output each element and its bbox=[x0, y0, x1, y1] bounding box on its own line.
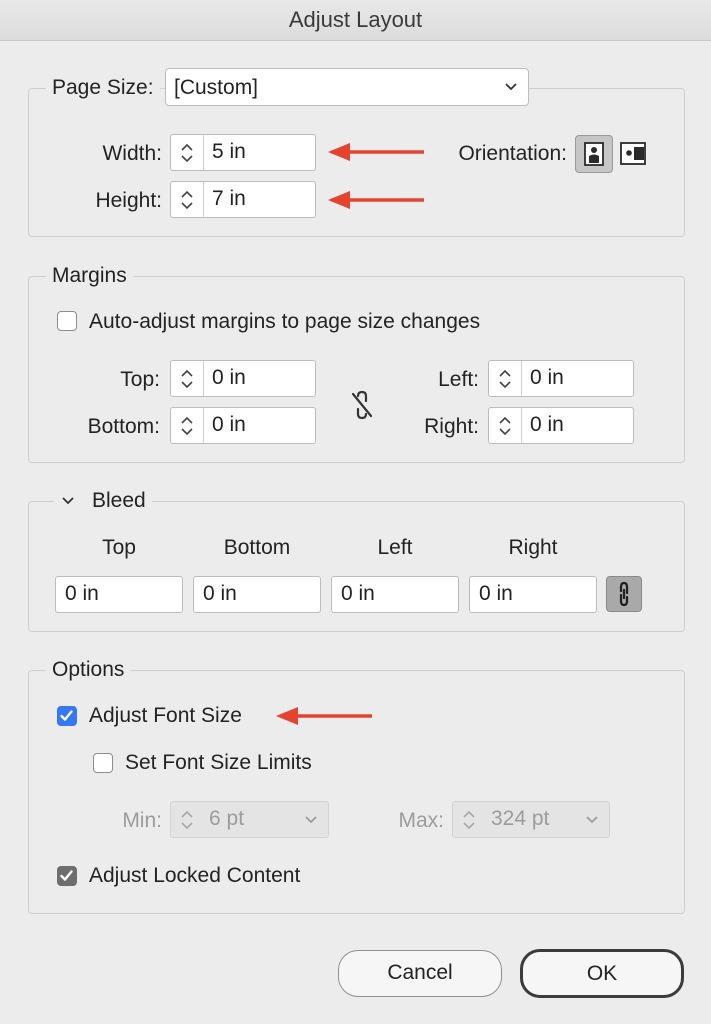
landscape-icon bbox=[620, 142, 646, 165]
min-stepper[interactable]: 6 pt bbox=[170, 801, 329, 838]
stepper-arrows-icon[interactable] bbox=[171, 802, 203, 837]
bleed-col-bottom: Bottom bbox=[223, 536, 291, 559]
stepper-arrows-icon[interactable] bbox=[171, 182, 204, 217]
bleed-right-input[interactable]: 0 in bbox=[469, 576, 597, 613]
bleed-top-input[interactable]: 0 in bbox=[55, 576, 183, 613]
margin-left-label: Left: bbox=[438, 368, 479, 391]
max-stepper[interactable]: 324 pt bbox=[452, 801, 610, 838]
orientation-label: Orientation: bbox=[458, 142, 567, 165]
margins-unlink-button[interactable] bbox=[349, 390, 375, 420]
height-value[interactable]: 7 in bbox=[204, 182, 246, 217]
stepper-arrows-icon[interactable] bbox=[171, 135, 204, 170]
margin-left-stepper[interactable]: 0 in bbox=[488, 360, 634, 397]
adjust-locked-content-checkbox[interactable] bbox=[57, 866, 77, 886]
stepper-arrows-icon[interactable] bbox=[171, 408, 204, 443]
annotation-arrow-icon bbox=[276, 707, 372, 725]
broken-link-icon bbox=[351, 390, 373, 420]
options-legend: Options bbox=[46, 657, 131, 683]
adjust-font-size-checkbox[interactable] bbox=[57, 706, 77, 726]
stepper-arrows-icon[interactable] bbox=[171, 361, 204, 396]
bleed-col-left: Left bbox=[377, 536, 413, 559]
margin-bottom-value[interactable]: 0 in bbox=[204, 408, 246, 443]
bleed-legend: Bleed bbox=[92, 489, 146, 512]
margin-top-label: Top: bbox=[120, 368, 160, 391]
min-label: Min: bbox=[122, 809, 162, 832]
bleed-bottom-input[interactable]: 0 in bbox=[193, 576, 321, 613]
bleed-col-right: Right bbox=[508, 536, 558, 559]
adjust-font-size-label: Adjust Font Size bbox=[89, 704, 242, 727]
stepper-arrows-icon[interactable] bbox=[453, 802, 485, 837]
margin-top-stepper[interactable]: 0 in bbox=[170, 360, 316, 397]
ok-button[interactable]: OK bbox=[520, 949, 684, 998]
set-font-size-limits-label: Set Font Size Limits bbox=[125, 751, 312, 774]
margin-right-value[interactable]: 0 in bbox=[522, 408, 564, 443]
margin-top-value[interactable]: 0 in bbox=[204, 361, 246, 396]
margin-bottom-stepper[interactable]: 0 in bbox=[170, 407, 316, 444]
stepper-arrows-icon[interactable] bbox=[489, 361, 522, 396]
page-size-value: [Custom] bbox=[174, 76, 259, 99]
page-size-select[interactable]: [Custom] bbox=[165, 68, 529, 106]
set-font-size-limits-checkbox[interactable] bbox=[93, 753, 113, 773]
annotation-arrow-icon bbox=[328, 143, 424, 161]
width-value[interactable]: 5 in bbox=[204, 135, 246, 170]
min-value[interactable]: 6 pt bbox=[203, 802, 244, 837]
height-stepper[interactable]: 7 in bbox=[170, 181, 316, 218]
max-value[interactable]: 324 pt bbox=[485, 802, 549, 837]
adjust-locked-content-label: Adjust Locked Content bbox=[89, 864, 301, 887]
chevron-down-icon bbox=[505, 83, 517, 91]
bleed-left-input[interactable]: 0 in bbox=[331, 576, 459, 613]
height-label: Height: bbox=[95, 189, 162, 212]
margins-legend: Margins bbox=[46, 263, 133, 289]
width-label: Width: bbox=[102, 142, 162, 165]
chevron-down-icon bbox=[586, 816, 598, 824]
margin-right-label: Right: bbox=[424, 415, 479, 438]
annotation-arrow-icon bbox=[328, 191, 424, 209]
auto-adjust-label: Auto-adjust margins to page size changes bbox=[89, 310, 481, 333]
link-icon bbox=[619, 581, 629, 607]
chevron-down-icon bbox=[62, 497, 74, 505]
stepper-arrows-icon[interactable] bbox=[489, 408, 522, 443]
margin-right-stepper[interactable]: 0 in bbox=[488, 407, 634, 444]
page-size-label: Page Size: bbox=[46, 75, 160, 101]
portrait-icon bbox=[584, 142, 604, 166]
orientation-landscape-button[interactable] bbox=[620, 141, 646, 167]
cancel-button[interactable]: Cancel bbox=[338, 950, 502, 997]
bleed-disclosure[interactable]: Bleed bbox=[54, 488, 152, 514]
margin-bottom-label: Bottom: bbox=[87, 415, 160, 438]
max-label: Max: bbox=[398, 809, 444, 832]
bleed-link-button[interactable] bbox=[606, 576, 642, 612]
checkmark-icon bbox=[60, 710, 73, 721]
window-title: Adjust Layout bbox=[0, 0, 711, 41]
chevron-down-icon bbox=[305, 816, 317, 824]
orientation-portrait-button[interactable] bbox=[575, 135, 613, 173]
width-stepper[interactable]: 5 in bbox=[170, 134, 316, 171]
margin-left-value[interactable]: 0 in bbox=[522, 361, 564, 396]
bleed-col-top: Top bbox=[102, 536, 136, 559]
auto-adjust-checkbox[interactable] bbox=[57, 311, 77, 331]
checkmark-icon bbox=[60, 870, 73, 881]
